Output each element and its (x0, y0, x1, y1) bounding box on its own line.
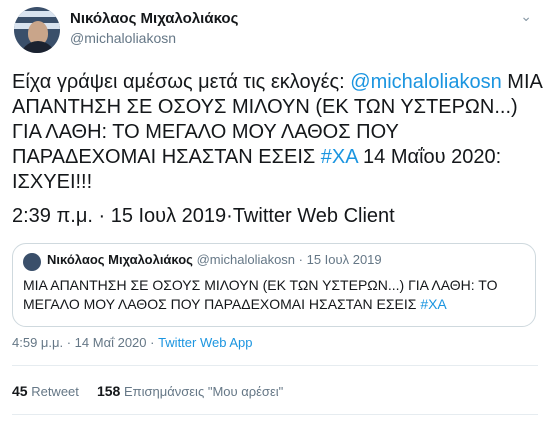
flag-stripe (14, 11, 60, 17)
quoted-avatar (23, 253, 41, 271)
info-app-link[interactable]: Twitter Web App (158, 335, 252, 350)
like-label[interactable]: Επισημάνσεις "Μου αρέσει" (124, 384, 283, 399)
author-handle[interactable]: @michaloliakosn (70, 30, 176, 46)
retweet-label[interactable]: Retweet (31, 384, 79, 399)
quoted-tweet[interactable]: Νικόλαος Μιχαλολιάκος @michaloliakosn · … (12, 243, 536, 327)
like-count[interactable]: 158 (97, 383, 120, 399)
quote-info: 4:59 μ.μ. · 14 Μαΐ 2020 · Twitter Web Ap… (12, 335, 252, 350)
chevron-down-icon[interactable]: ⌄ (520, 8, 532, 25)
divider (12, 365, 538, 366)
quoted-text: ΜΙΑ ΑΠΑΝΤΗΣΗ ΣΕ ΟΣΟΥΣ ΜΙΛΟΥΝ (ΕΚ ΤΩΝ ΥΣΤ… (23, 276, 528, 314)
quoted-author-name: Νικόλαος Μιχαλολιάκος (47, 252, 193, 267)
avatar[interactable] (14, 7, 60, 53)
quoted-handle-date: @michaloliakosn · 15 Ιουλ 2019 (196, 252, 382, 267)
mention-link[interactable]: @michaloliakosn (350, 71, 501, 93)
author-name[interactable]: Νικόλαος Μιχαλολιάκος (70, 10, 238, 27)
tweet-timestamp[interactable]: 2:39 π.μ. · 15 Ιουλ 2019·Twitter Web Cli… (12, 205, 395, 228)
divider (12, 414, 538, 415)
tweet-text-part: Είχα γράψει αμέσως μετά τις εκλογές: (12, 71, 351, 93)
avatar-suit (20, 41, 56, 53)
info-time[interactable]: 4:59 μ.μ. · 14 Μαΐ 2020 · (12, 335, 158, 350)
quoted-header: Νικόλαος Μιχαλολιάκος @michaloliakosn · … (47, 252, 382, 267)
tweet-text: Είχα γράψει αμέσως μετά τις εκλογές: @mi… (12, 70, 542, 195)
retweet-count[interactable]: 45 (12, 383, 28, 399)
quoted-hashtag-link[interactable]: #ΧΑ (420, 296, 446, 312)
hashtag-link[interactable]: #ΧΑ (321, 146, 358, 168)
tweet-stats: 45 Retweet 158 Επισημάνσεις "Μου αρέσει" (12, 383, 283, 399)
